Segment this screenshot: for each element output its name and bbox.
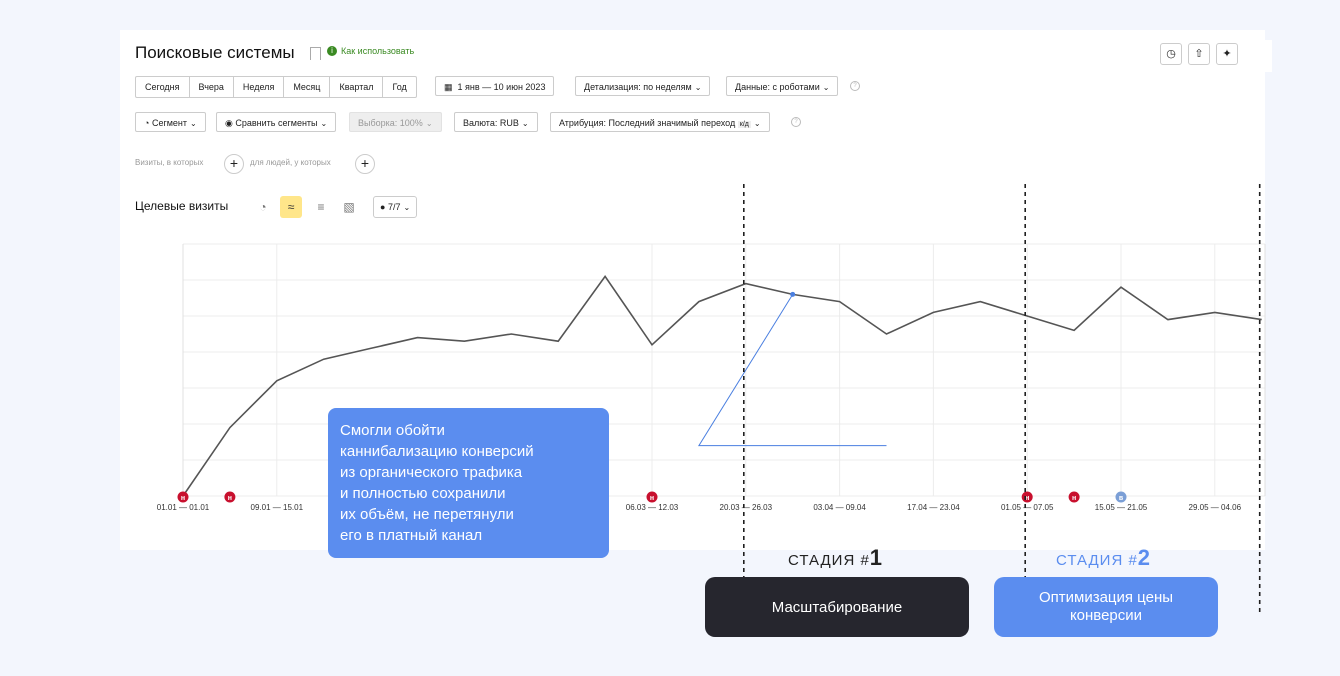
x-tick-label: 03.04 — 09.04: [813, 503, 866, 512]
line-chart: 01.01 — 01.01 09.01 — 15.01 06.03 — 12.03 2…: [157, 184, 1266, 612]
callout-note: Смогли обойти каннибализацию конверсий и…: [328, 408, 609, 558]
stage-2-number: 2: [1137, 545, 1152, 570]
x-tick-label: 20.03 — 26.03: [720, 503, 773, 512]
stage-1-number: 1: [869, 545, 884, 570]
event-marker-label: н: [1072, 495, 1076, 502]
stage-2-label: СТАДИЯ #: [1056, 552, 1138, 569]
annotation-line: [698, 294, 887, 447]
x-tick-label: 01.05 — 07.05: [1001, 503, 1054, 512]
stage-1-name: Масштабирование: [705, 577, 969, 637]
x-tick-label: 17.04 — 23.04: [907, 503, 960, 512]
event-marker-label: н: [181, 495, 185, 502]
stage-1-heading: СТАДИЯ #1: [788, 545, 883, 571]
stage-1-label: СТАДИЯ #: [788, 552, 870, 569]
annotation-point: [790, 291, 796, 297]
x-tick-label: 29.05 — 04.06: [1189, 503, 1242, 512]
stage-2-name: Оптимизация цены конверсии: [994, 577, 1218, 637]
x-tick-label: 09.01 — 15.01: [251, 503, 304, 512]
x-tick-label: 01.01 — 01.01: [157, 503, 210, 512]
event-marker-label: н: [650, 495, 654, 502]
event-marker-label: в: [1119, 495, 1124, 502]
stage-2-heading: СТАДИЯ #2: [1056, 545, 1151, 571]
x-tick-label: 15.05 — 21.05: [1095, 503, 1148, 512]
x-tick-label: 06.03 — 12.03: [626, 503, 679, 512]
event-marker-label: н: [228, 495, 232, 502]
